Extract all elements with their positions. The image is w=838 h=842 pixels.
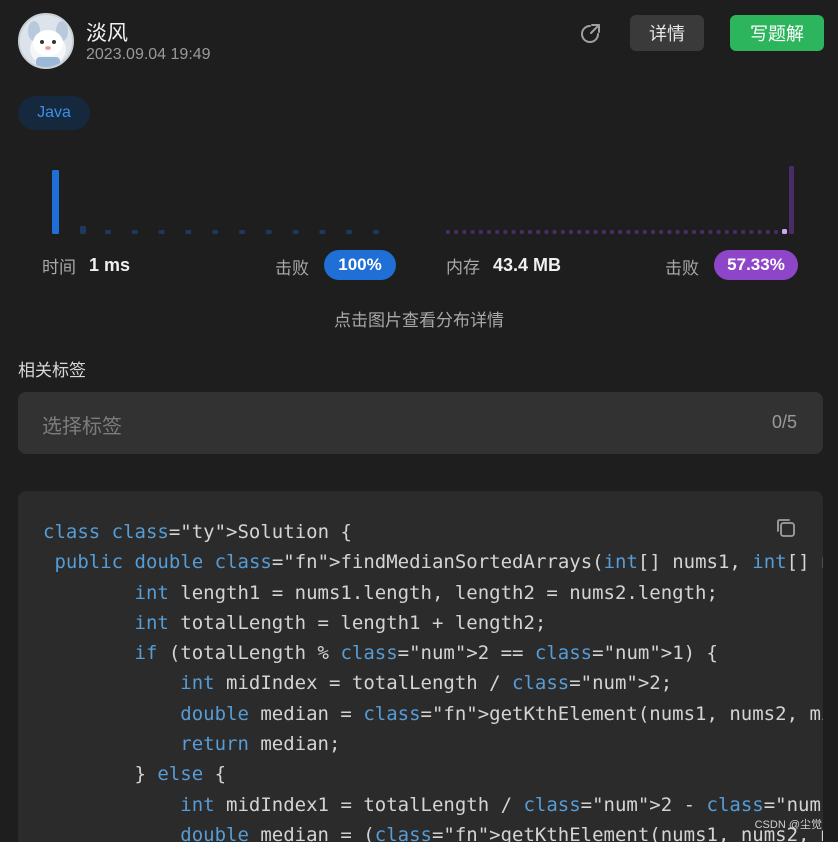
- memory-distribution-bar: [708, 230, 713, 234]
- memory-distribution-bar: [675, 230, 680, 234]
- distribution-chart-svg: [52, 166, 794, 234]
- memory-distribution-bar: [495, 230, 500, 234]
- code-block[interactable]: class class="ty">Solution { public doubl…: [18, 491, 823, 842]
- time-beat-label: 击败: [275, 259, 309, 279]
- time-distribution-bar: [212, 230, 219, 234]
- watermark: CSDN @尘觉: [754, 819, 822, 831]
- code-line: return median;: [180, 733, 341, 756]
- memory-distribution-bar: [552, 230, 557, 234]
- code-line: double median = (class="fn">getKthElemen…: [180, 823, 823, 842]
- submission-header: 淡风 2023.09.04 19:49 详情 写题解: [18, 13, 824, 71]
- memory-distribution-bar: [487, 230, 491, 234]
- tag-selector-placeholder: 选择标签: [42, 414, 122, 438]
- distribution-chart[interactable]: [40, 160, 800, 240]
- avatar-image: [20, 15, 72, 67]
- memory-distribution-bar: [585, 230, 590, 234]
- code-line: int totalLength = length1 + length2;: [134, 611, 547, 634]
- memory-distribution-bar: [749, 230, 754, 234]
- language-tag: Java: [18, 96, 90, 130]
- time-distribution-bar: [52, 170, 59, 234]
- memory-distribution-bar: [774, 230, 778, 234]
- memory-distribution-bar: [757, 230, 762, 234]
- memory-distribution-bar-current: [782, 229, 787, 234]
- memory-distribution-bar: [741, 230, 746, 234]
- share-icon: [581, 24, 600, 43]
- time-distribution-bar: [239, 230, 245, 234]
- time-distribution-bar: [131, 230, 138, 234]
- memory-distribution-bar: [692, 230, 696, 234]
- memory-distribution-bar: [560, 230, 565, 234]
- memory-beat-label: 击败: [665, 259, 699, 279]
- time-distribution-bar: [292, 230, 299, 234]
- memory-distribution-bar: [683, 230, 688, 234]
- memory-distribution-bar: [478, 230, 483, 234]
- code-line: if (totalLength % class="num">2 == class…: [134, 642, 718, 665]
- memory-distribution-bar: [716, 230, 721, 234]
- memory-distribution-bar: [454, 230, 459, 234]
- memory-distribution-bar: [724, 230, 729, 234]
- user-name[interactable]: 淡风: [86, 17, 128, 47]
- time-distribution-bar: [185, 230, 192, 234]
- time-distribution-bar: [319, 230, 326, 234]
- memory-distribution-bar: [700, 230, 705, 234]
- share-button[interactable]: [575, 19, 605, 49]
- memory-distribution-bar: [765, 230, 770, 234]
- memory-distribution-bar: [618, 230, 623, 234]
- distribution-hint[interactable]: 点击图片查看分布详情: [0, 306, 838, 331]
- code-line: double median = class="fn">getKthElement…: [180, 702, 823, 725]
- time-distribution-bar: [158, 230, 165, 234]
- time-distribution-bar: [373, 230, 379, 234]
- memory-beat-badge: 57.33%: [714, 250, 798, 280]
- memory-distribution-bar: [519, 230, 524, 234]
- tag-selector[interactable]: 选择标签 0/5: [18, 392, 823, 454]
- tags-title: 相关标签: [18, 361, 86, 381]
- memory-distribution-bar: [462, 230, 467, 234]
- memory-distribution-bar: [789, 166, 794, 234]
- memory-distribution-bar: [610, 230, 614, 234]
- memory-distribution-bar: [626, 230, 631, 234]
- detail-button[interactable]: 详情: [630, 15, 704, 51]
- code-line: int midIndex = totalLength / class="num"…: [180, 672, 673, 695]
- code-line: } else {: [43, 763, 227, 786]
- memory-distribution-bar: [667, 230, 672, 234]
- memory-distribution-bar: [536, 230, 541, 234]
- memory-distribution-bar: [544, 230, 549, 234]
- code-line: int length1 = nums1.length, length2 = nu…: [134, 581, 718, 604]
- memory-distribution-bar: [659, 230, 664, 234]
- memory-distribution-bar: [651, 230, 655, 234]
- memory-stat: 内存 43.4 MB: [446, 250, 561, 280]
- memory-distribution-bar: [446, 230, 450, 234]
- time-stat: 时间 1 ms: [42, 250, 130, 280]
- code-line: class class="ty">Solution {: [43, 521, 352, 543]
- time-distribution-bar: [105, 230, 111, 234]
- memory-distribution-bar: [569, 230, 573, 234]
- submission-timestamp: 2023.09.04 19:49: [86, 46, 211, 63]
- memory-value: 43.4 MB: [493, 254, 562, 275]
- memory-distribution-bar: [503, 230, 508, 234]
- memory-distribution-bar: [733, 230, 737, 234]
- code-lines: class class="ty">Solution { public doubl…: [43, 517, 823, 842]
- code-line: public double class="fn">findMedianSorte…: [54, 551, 823, 574]
- memory-distribution-bar: [642, 230, 647, 234]
- time-distribution-bar: [265, 230, 272, 234]
- memory-distribution-bar: [528, 230, 532, 234]
- tag-count: 0/5: [771, 412, 797, 432]
- memory-distribution-bar: [593, 230, 598, 234]
- avatar[interactable]: [18, 13, 74, 69]
- time-beat-badge: 100%: [324, 250, 396, 280]
- memory-distribution-bar: [601, 230, 606, 234]
- time-label: 时间: [42, 257, 76, 278]
- memory-distribution-bar: [577, 230, 582, 234]
- memory-distribution-bar: [470, 230, 475, 234]
- memory-label: 内存: [446, 257, 480, 278]
- time-distribution-bar: [80, 226, 86, 234]
- memory-distribution-bar: [634, 230, 639, 234]
- memory-distribution-bar: [511, 230, 516, 234]
- time-distribution-bar: [346, 230, 353, 234]
- write-solution-button[interactable]: 写题解: [730, 15, 824, 51]
- code-line: int midIndex1 = totalLength / class="num…: [180, 793, 823, 816]
- time-value: 1 ms: [89, 254, 131, 275]
